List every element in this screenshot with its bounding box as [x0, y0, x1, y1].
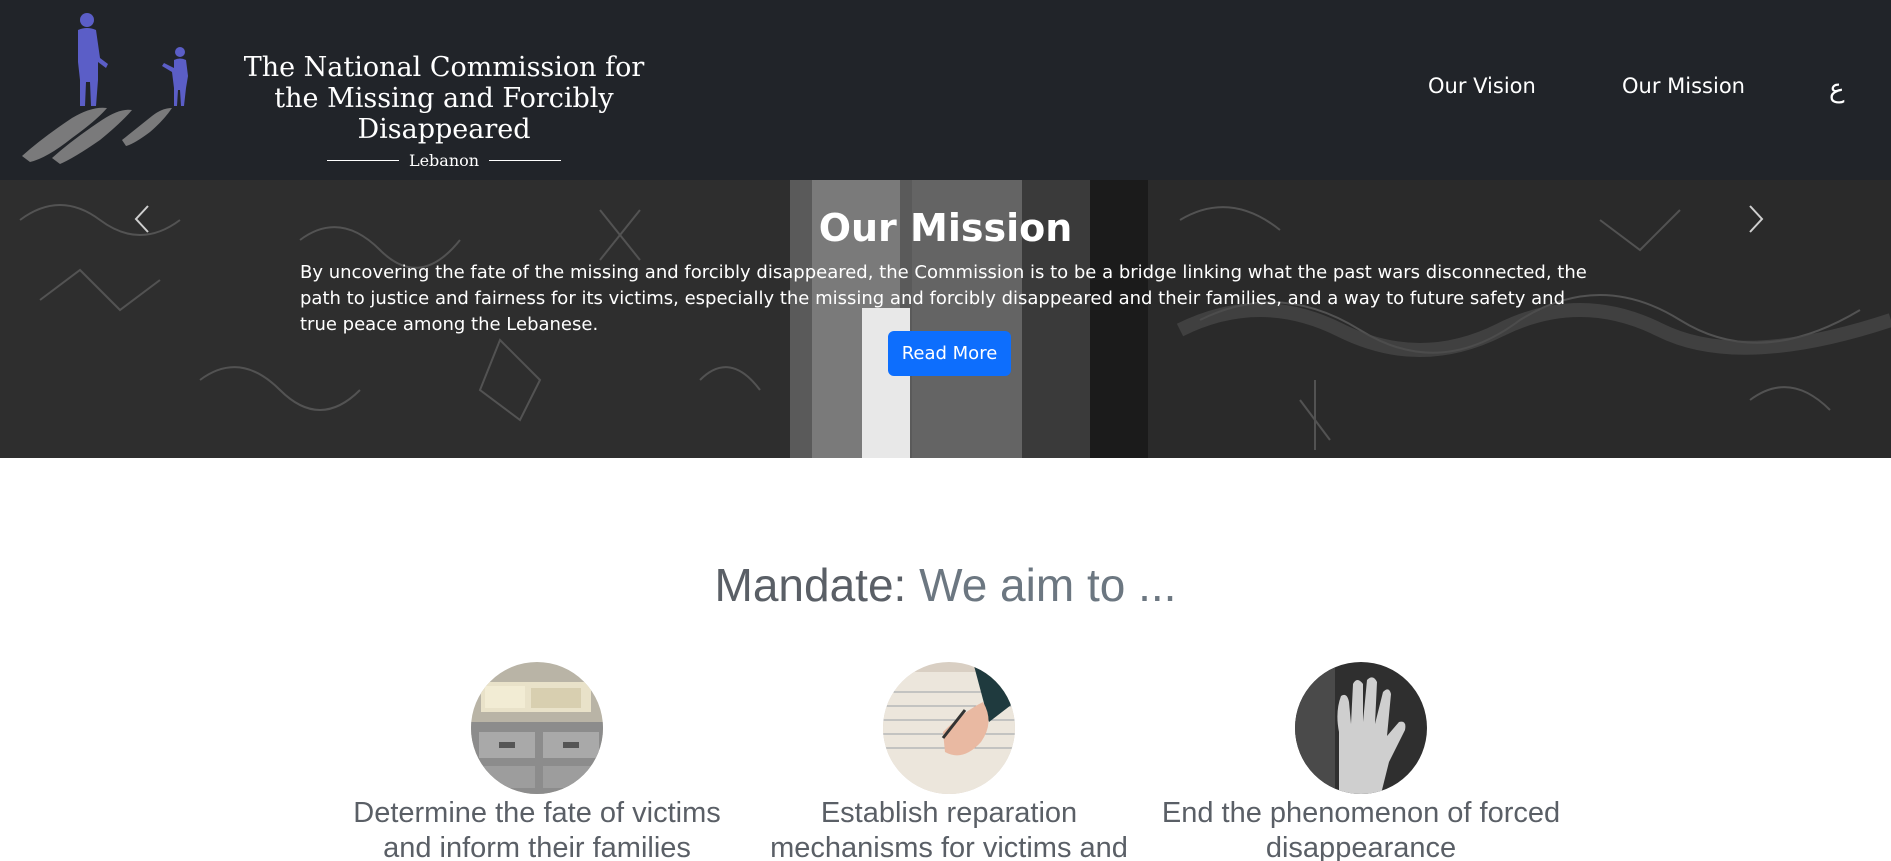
site-header: The National Commission for the Missing …	[0, 0, 1891, 180]
hero-title: Our Mission	[818, 206, 1073, 250]
mandate-heading: Mandate: We aim to ...	[0, 558, 1891, 612]
mandate-heading-text: We aim to ...	[919, 559, 1177, 611]
brand-line-2: the Missing and Forcibly Disappeared	[274, 83, 614, 145]
writing-notebook-photo	[883, 662, 1015, 794]
brand-country: Lebanon	[408, 151, 480, 170]
brand-rule-left	[326, 160, 399, 161]
logo-icon[interactable]	[12, 8, 192, 168]
read-more-button[interactable]: Read More	[888, 331, 1011, 376]
raised-hand-photo	[1295, 662, 1427, 794]
nav-our-vision[interactable]: Our Vision	[1428, 74, 1536, 98]
mandate-card-fate[interactable]: Determine the fate of victims and inform…	[337, 662, 737, 861]
mandate-caption-disappearance: End the phenomenon of forced disappearan…	[1161, 797, 1561, 861]
brand-rule-right	[489, 160, 562, 161]
mandate-card-disappearance[interactable]: End the phenomenon of forced disappearan…	[1161, 662, 1561, 861]
brand-line-1: The National Commission for	[243, 52, 645, 83]
mandate-card-reparation[interactable]: Establish reparation mechanisms for vict…	[749, 662, 1149, 861]
mandate-heading-label: Mandate:	[714, 559, 907, 611]
nav-our-mission[interactable]: Our Mission	[1622, 74, 1745, 98]
mandate-caption-fate: Determine the fate of victims and inform…	[353, 797, 721, 861]
hero-description: By uncovering the fate of the missing an…	[300, 262, 1587, 335]
brand-subtitle: Lebanon	[214, 151, 674, 170]
filing-cabinet-photo	[471, 662, 603, 794]
hero-carousel: Our Mission By uncovering the fate of th…	[0, 180, 1891, 458]
mandate-caption-reparation: Establish reparation mechanisms for vict…	[770, 797, 1128, 861]
brand-title[interactable]: The National Commission for the Missing …	[214, 52, 674, 170]
language-toggle[interactable]: ع	[1829, 74, 1845, 104]
